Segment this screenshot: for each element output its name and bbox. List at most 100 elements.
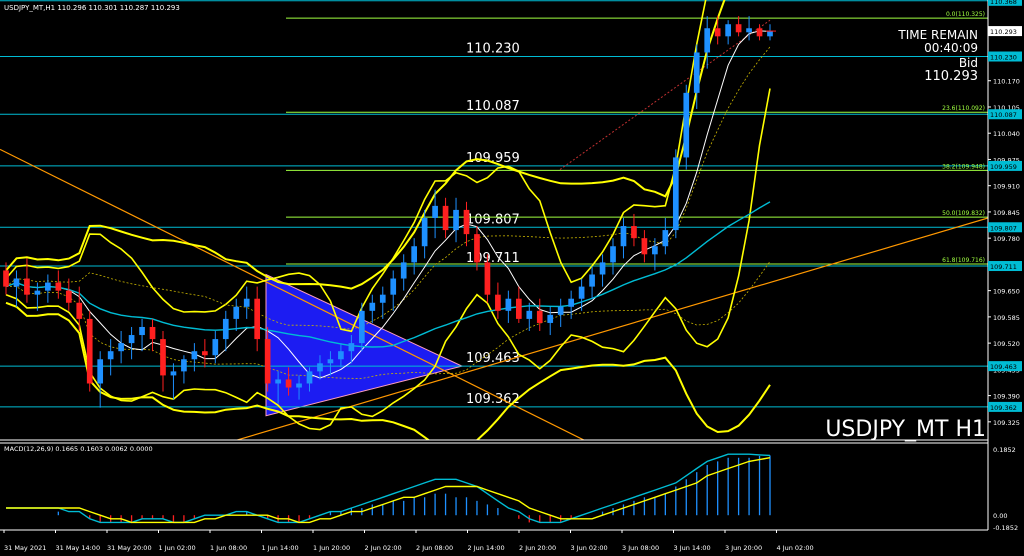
candle-body	[296, 383, 302, 388]
candle-body	[672, 157, 679, 231]
candle-body	[756, 28, 763, 37]
candle-body	[118, 343, 124, 352]
fib-label: 23.6(110.092)	[942, 105, 985, 112]
chart-background	[0, 0, 1024, 556]
time-tick-label: 31 May 2021	[4, 544, 46, 552]
time-tick-label: 4 Jun 02:00	[777, 544, 814, 552]
candle-body	[254, 298, 261, 340]
level-label: 110.230	[466, 42, 520, 57]
candle-body	[107, 351, 114, 360]
candle-body	[411, 246, 418, 263]
candle-body	[327, 359, 334, 364]
candle-body	[306, 371, 313, 384]
candle-body	[24, 278, 30, 295]
candle-body	[536, 310, 543, 323]
candle-body	[474, 234, 480, 263]
candle-body	[641, 238, 648, 255]
candle-body	[369, 302, 376, 311]
candle-body	[34, 290, 41, 295]
candle-body	[662, 230, 669, 247]
candle-body	[191, 351, 198, 360]
level-price-tag-text: 109.807	[990, 224, 1017, 232]
candle-body	[599, 262, 606, 275]
level-label: 110.368	[466, 0, 520, 1]
candle-body	[463, 209, 470, 235]
time-tick-label: 3 Jun 14:00	[674, 544, 711, 552]
time-tick-label: 2 Jun 20:00	[519, 544, 556, 552]
level-price-tag-text: 110.087	[990, 111, 1017, 119]
time-tick-label: 2 Jun 08:00	[416, 544, 453, 552]
price-tick-label: 109.910	[993, 183, 1020, 191]
macd-label: MACD(12,26,9) 0.1665 0.1603 0.0062 0.000…	[4, 445, 153, 453]
candle-body	[432, 205, 438, 218]
level-price-tag-text: 110.230	[990, 54, 1017, 62]
time-remain-value: 00:40:09	[924, 41, 978, 55]
trading-chart[interactable]: 110.368 110.230 110.087 109.959 109.807 109.7…	[0, 0, 1024, 556]
time-tick-label: 1 Jun 02:00	[159, 544, 196, 552]
candle-body	[264, 339, 271, 384]
candle-body	[379, 294, 386, 303]
candle-body	[202, 351, 208, 356]
price-tick-label: 109.325	[993, 419, 1020, 427]
price-tick-label: 109.650	[993, 288, 1020, 296]
fib-label: 50.0(109.832)	[942, 210, 985, 217]
candle-body	[181, 359, 187, 372]
current-price-tag-text: 110.293	[990, 28, 1017, 36]
level-price-tag-text: 110.368	[990, 0, 1017, 6]
macd-tick-label: 0.1852	[993, 446, 1016, 454]
candle-body	[358, 310, 365, 344]
price-tick-label: 109.520	[993, 340, 1020, 348]
bid-value: 110.293	[924, 69, 978, 84]
level-price-tag-text: 109.463	[990, 363, 1017, 371]
candle-body	[3, 270, 9, 287]
candle-body	[45, 282, 51, 291]
candle-body	[317, 363, 323, 372]
candle-body	[515, 298, 522, 319]
time-tick-label: 1 Jun 20:00	[313, 544, 350, 552]
candle-body	[568, 298, 574, 307]
candle-body	[495, 294, 501, 311]
candle-body	[620, 226, 627, 247]
time-tick-label: 2 Jun 02:00	[365, 544, 402, 552]
candle-body	[746, 28, 752, 33]
candle-body	[65, 290, 72, 303]
candle-body	[348, 343, 355, 352]
time-tick-label: 3 Jun 02:00	[571, 544, 608, 552]
candle-body	[139, 326, 145, 336]
candle-body	[421, 217, 428, 247]
candle-body	[652, 246, 658, 255]
price-tick-label: 109.585	[993, 314, 1020, 322]
candle-body	[212, 339, 219, 356]
candle-body	[338, 351, 344, 360]
price-tick-label: 109.780	[993, 235, 1020, 243]
candle-body	[631, 226, 637, 239]
candle-body	[86, 318, 93, 384]
candle-body	[400, 262, 407, 279]
fib-label: 0.0(110.325)	[946, 11, 985, 18]
candle-body	[442, 205, 449, 231]
candle-body	[453, 209, 459, 231]
candle-body	[128, 335, 135, 344]
candle-body	[13, 278, 20, 287]
time-tick-label: 1 Jun 08:00	[210, 544, 247, 552]
candle-body	[170, 371, 177, 376]
time-tick-label: 2 Jun 14:00	[468, 544, 505, 552]
level-price-tag-text: 109.362	[990, 404, 1017, 412]
price-tick-label: 109.390	[993, 393, 1020, 401]
candle-body	[526, 310, 533, 319]
candle-body	[735, 24, 742, 33]
time-tick-label: 31 May 14:00	[56, 544, 101, 552]
candle-body	[505, 298, 512, 311]
candle-body	[275, 379, 281, 384]
candle-body	[243, 298, 250, 307]
candle-body	[233, 306, 240, 319]
price-tick-label: 110.040	[993, 130, 1020, 138]
symbol-header: USDJPY_MT,H1 110.296 110.301 110.287 110…	[4, 4, 180, 12]
candle-body	[160, 339, 166, 376]
level-label: 109.807	[466, 212, 520, 227]
bid-label: Bid	[959, 56, 978, 70]
candle-body	[589, 274, 595, 287]
time-tick-label: 3 Jun 20:00	[725, 544, 762, 552]
macd-tick-label: 0.00	[993, 512, 1007, 520]
candle-body	[76, 302, 83, 319]
